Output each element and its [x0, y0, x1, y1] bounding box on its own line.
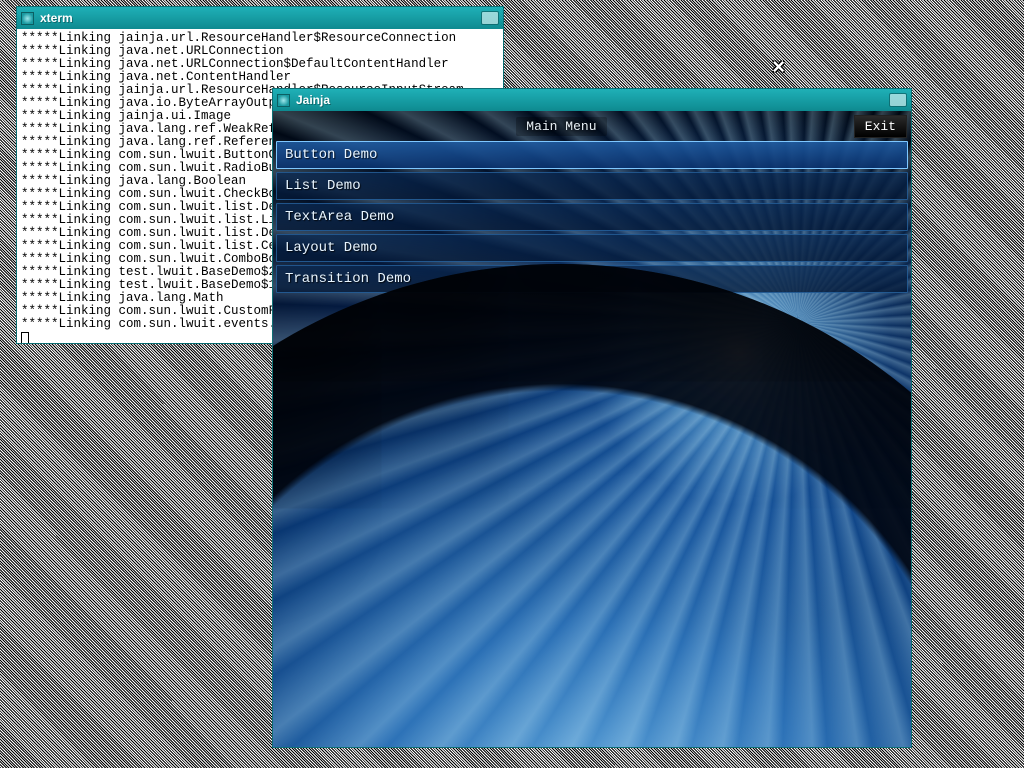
terminal-cursor	[21, 332, 29, 343]
demo-list: Button Demo List Demo TextArea Demo Layo…	[276, 141, 908, 293]
window-max-icon[interactable]	[889, 93, 907, 107]
list-item[interactable]: List Demo	[276, 172, 908, 200]
jainja-window: Jainja Main Menu Exit Button Demo List D…	[272, 88, 912, 748]
window-menu-icon[interactable]	[277, 94, 290, 107]
jainja-title-bar[interactable]: Jainja	[273, 89, 911, 111]
jainja-title: Jainja	[296, 93, 883, 107]
xterm-title: xterm	[40, 11, 475, 25]
pointer-x-icon: ×	[772, 62, 786, 76]
main-menu-label: Main Menu	[516, 117, 606, 136]
list-item[interactable]: Button Demo	[276, 141, 908, 169]
jainja-canvas: Main Menu Exit Button Demo List Demo Tex…	[273, 111, 911, 747]
list-item[interactable]: TextArea Demo	[276, 203, 908, 231]
list-item[interactable]: Transition Demo	[276, 265, 908, 293]
list-item[interactable]: Layout Demo	[276, 234, 908, 262]
exit-button[interactable]: Exit	[854, 115, 907, 138]
window-max-icon[interactable]	[481, 11, 499, 25]
xterm-title-bar[interactable]: xterm	[17, 7, 503, 29]
window-menu-icon[interactable]	[21, 12, 34, 25]
